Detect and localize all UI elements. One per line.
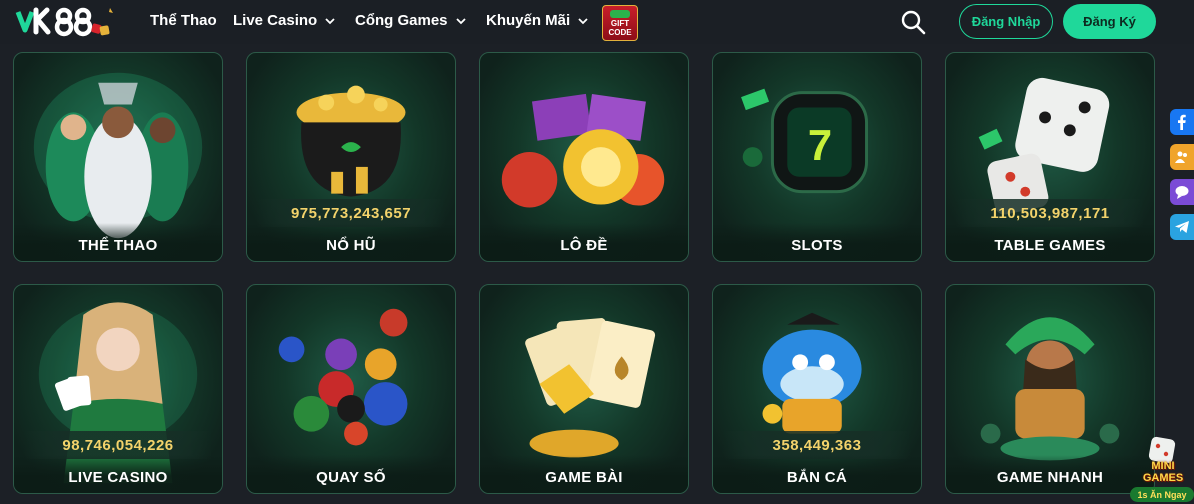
register-button[interactable]: Đăng Ký xyxy=(1063,4,1156,39)
game-card-game-bai[interactable]: GAME BÀI xyxy=(479,284,689,494)
game-card-label: THỂ THAO xyxy=(14,223,222,261)
group-icon xyxy=(1175,151,1187,163)
game-card-label: TABLE GAMES xyxy=(946,223,1154,261)
game-card-label: SLOTS xyxy=(713,223,921,261)
telegram-icon xyxy=(1175,221,1189,233)
gift-code-button[interactable]: GIFT CODE xyxy=(602,5,638,41)
mini-games-title: MINI GAMES xyxy=(1142,460,1184,484)
nav-item-live-casino[interactable]: Live Casino xyxy=(233,12,335,29)
facebook-icon xyxy=(1178,114,1186,130)
gift-code-line1: GIFT xyxy=(610,18,630,28)
game-card-label: BẮN CÁ xyxy=(713,455,921,493)
game-card-the-thao[interactable]: THỂ THAO xyxy=(13,52,223,262)
gift-bow-icon xyxy=(610,9,630,18)
chat-icon xyxy=(1175,186,1189,199)
nav-item-label: Cổng Games xyxy=(355,12,448,29)
game-card-slots[interactable]: 7 SLOTS xyxy=(712,52,922,262)
game-card-label: LÔ ĐỀ xyxy=(480,223,688,261)
nav-item-cong-games[interactable]: Cổng Games xyxy=(355,12,466,29)
nav-item-label: Live Casino xyxy=(233,12,318,29)
top-navbar: Thể Thao Live Casino Cổng Games Khuyến M… xyxy=(0,0,1194,44)
game-card-game-nhanh[interactable]: GAME NHANH xyxy=(945,284,1155,494)
side-link-facebook[interactable] xyxy=(1170,109,1194,135)
side-link-telegram[interactable] xyxy=(1170,214,1194,240)
game-card-ban-ca[interactable]: 358,449,363 BẮN CÁ xyxy=(712,284,922,494)
game-card-label: GAME BÀI xyxy=(480,455,688,493)
side-link-chat[interactable] xyxy=(1170,179,1194,205)
game-card-label: QUAY SỐ xyxy=(247,455,455,493)
game-card-quay-so[interactable]: QUAY SỐ xyxy=(246,284,456,494)
game-card-label: GAME NHANH xyxy=(946,455,1154,493)
game-card-lo-de[interactable]: LÔ ĐỀ xyxy=(479,52,689,262)
game-card-label: LIVE CASINO xyxy=(14,455,222,493)
nav-item-label: Khuyến Mãi xyxy=(486,12,571,29)
game-card-no-hu[interactable]: 975,773,243,657 NỔ HŨ xyxy=(246,52,456,262)
search-icon[interactable] xyxy=(900,9,926,35)
svg-text:7: 7 xyxy=(808,122,832,170)
nav-item-label: Thể Thao xyxy=(150,12,217,29)
game-card-live-casino[interactable]: 98,746,054,226 LIVE CASINO xyxy=(13,284,223,494)
side-link-group[interactable] xyxy=(1170,144,1194,170)
chevron-down-icon xyxy=(578,17,588,24)
gift-code-line2: CODE xyxy=(608,27,632,37)
chevron-down-icon xyxy=(455,17,466,24)
mini-games-tagline: 1s Ăn Ngay xyxy=(1130,487,1194,502)
nav-item-the-thao[interactable]: Thể Thao xyxy=(150,12,217,29)
mini-games-widget[interactable]: MINI GAMES 1s Ăn Ngay xyxy=(1128,434,1194,504)
nav-item-khuyen-mai[interactable]: Khuyến Mãi xyxy=(486,12,588,29)
chevron-down-icon xyxy=(325,17,335,24)
game-card-label: NỔ HŨ xyxy=(247,223,455,261)
vk88-logo[interactable] xyxy=(14,4,122,38)
game-card-table-games[interactable]: 110,503,987,171 TABLE GAMES xyxy=(945,52,1155,262)
login-button[interactable]: Đăng Nhập xyxy=(959,4,1053,39)
